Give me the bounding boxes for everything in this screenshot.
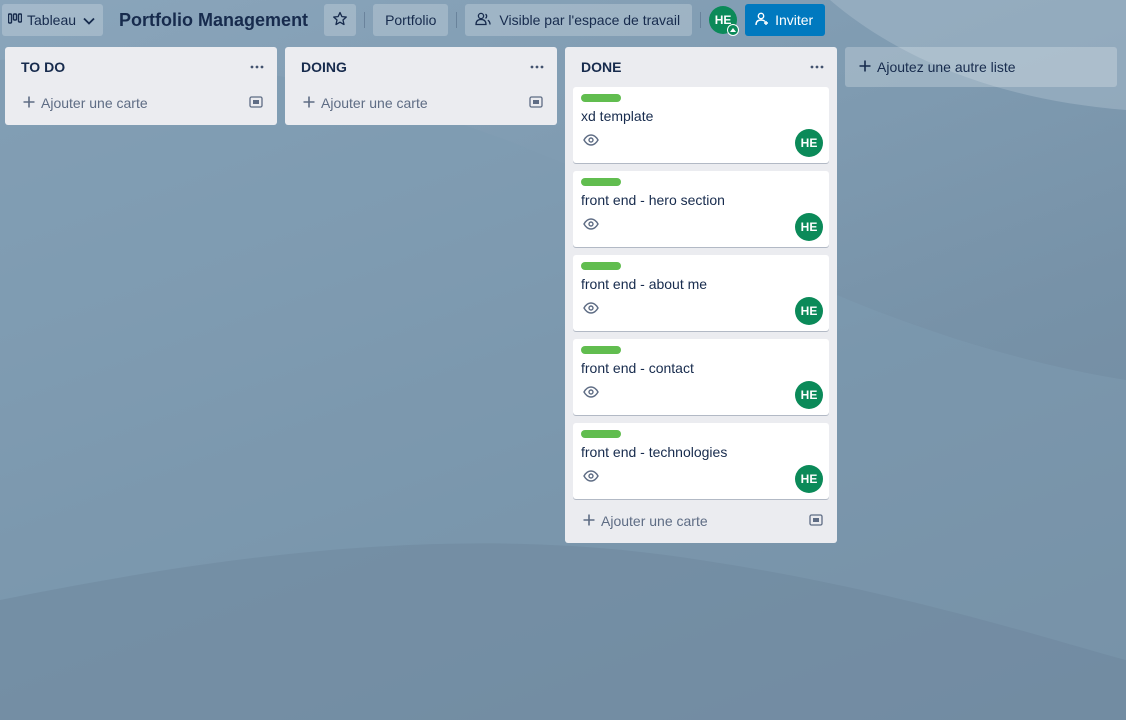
card-label[interactable]	[581, 430, 621, 438]
member-initials: HE	[800, 136, 818, 150]
add-card-button[interactable]: Ajouter une carte	[293, 89, 549, 117]
more-options-icon[interactable]	[245, 55, 269, 79]
list-header: DOING	[285, 47, 557, 87]
visibility-button[interactable]: Visible par l'espace de travail	[465, 4, 693, 36]
card-member-avatar[interactable]: HE	[795, 129, 823, 157]
board-view-icon	[7, 12, 23, 28]
add-list-label: Ajoutez une autre liste	[877, 59, 1016, 75]
member-initials: HE	[800, 220, 818, 234]
board-header: Tableau Portfolio Management Portfolio V…	[0, 0, 1126, 40]
list-doing: DOING Ajouter une carte	[285, 47, 557, 125]
add-card-button[interactable]: Ajouter une carte	[13, 89, 269, 117]
star-board-button[interactable]	[324, 4, 357, 36]
eye-icon	[583, 385, 599, 401]
plus-icon	[303, 95, 315, 111]
card-title: front end - contact	[581, 360, 694, 376]
admin-badge-icon	[727, 24, 740, 36]
eye-icon	[583, 301, 599, 317]
workspace-button[interactable]: Portfolio	[373, 4, 449, 36]
card-member-avatar[interactable]: HE	[795, 297, 823, 325]
list-header: DONE	[565, 47, 837, 87]
eye-icon	[583, 217, 599, 233]
card[interactable]: front end - hero section HE	[573, 171, 829, 247]
list-title[interactable]: DONE	[581, 59, 621, 75]
header-divider	[456, 12, 458, 28]
add-card-label: Ajouter une carte	[321, 95, 428, 111]
card-label[interactable]	[581, 94, 621, 102]
card[interactable]: front end - about me HE	[573, 255, 829, 331]
view-switcher-label: Tableau	[27, 12, 77, 28]
add-list-button[interactable]: Ajoutez une autre liste	[845, 47, 1117, 87]
card[interactable]: xd template HE	[573, 87, 829, 163]
invite-label: Inviter	[775, 12, 814, 28]
member-initials: HE	[800, 388, 818, 402]
member-initials: HE	[800, 472, 818, 486]
board-title[interactable]: Portfolio Management	[119, 10, 308, 31]
card-label[interactable]	[581, 262, 621, 270]
card-template-icon[interactable]	[249, 95, 263, 111]
invite-button[interactable]: Inviter	[745, 4, 826, 36]
card-member-avatar[interactable]: HE	[795, 381, 823, 409]
list-title[interactable]: DOING	[301, 59, 347, 75]
more-options-icon[interactable]	[805, 55, 829, 79]
list-done: DONE xd template HE front end - hero sec…	[565, 47, 837, 543]
add-card-label: Ajouter une carte	[601, 513, 708, 529]
add-card-label: Ajouter une carte	[41, 95, 148, 111]
card[interactable]: front end - contact HE	[573, 339, 829, 415]
card-title: front end - hero section	[581, 192, 725, 208]
add-person-icon	[755, 12, 769, 29]
chevron-down-icon	[83, 12, 95, 28]
star-icon	[332, 11, 348, 30]
header-divider	[364, 12, 366, 28]
list-title[interactable]: TO DO	[21, 59, 65, 75]
plus-icon	[23, 95, 35, 111]
card-label[interactable]	[581, 178, 621, 186]
plus-icon	[859, 59, 871, 75]
card-label[interactable]	[581, 346, 621, 354]
header-divider	[700, 12, 702, 28]
list-header: TO DO	[5, 47, 277, 87]
card-title: front end - about me	[581, 276, 708, 292]
eye-icon	[583, 469, 599, 485]
list-todo: TO DO Ajouter une carte	[5, 47, 277, 125]
card-member-avatar[interactable]: HE	[795, 465, 823, 493]
view-switcher-button[interactable]: Tableau	[2, 4, 104, 36]
card-template-icon[interactable]	[529, 95, 543, 111]
workspace-visibility-icon	[475, 12, 492, 29]
card-title: front end - technologies	[581, 444, 728, 460]
card-member-avatar[interactable]: HE	[795, 213, 823, 241]
card-title: xd template	[581, 108, 654, 124]
card[interactable]: front end - technologies HE	[573, 423, 829, 499]
member-initials: HE	[800, 304, 818, 318]
plus-icon	[583, 513, 595, 529]
add-card-button[interactable]: Ajouter une carte	[573, 507, 829, 535]
member-avatar[interactable]: HE	[709, 6, 740, 36]
eye-icon	[583, 133, 599, 149]
card-template-icon[interactable]	[809, 513, 823, 529]
visibility-label: Visible par l'espace de travail	[499, 12, 681, 28]
more-options-icon[interactable]	[525, 55, 549, 79]
